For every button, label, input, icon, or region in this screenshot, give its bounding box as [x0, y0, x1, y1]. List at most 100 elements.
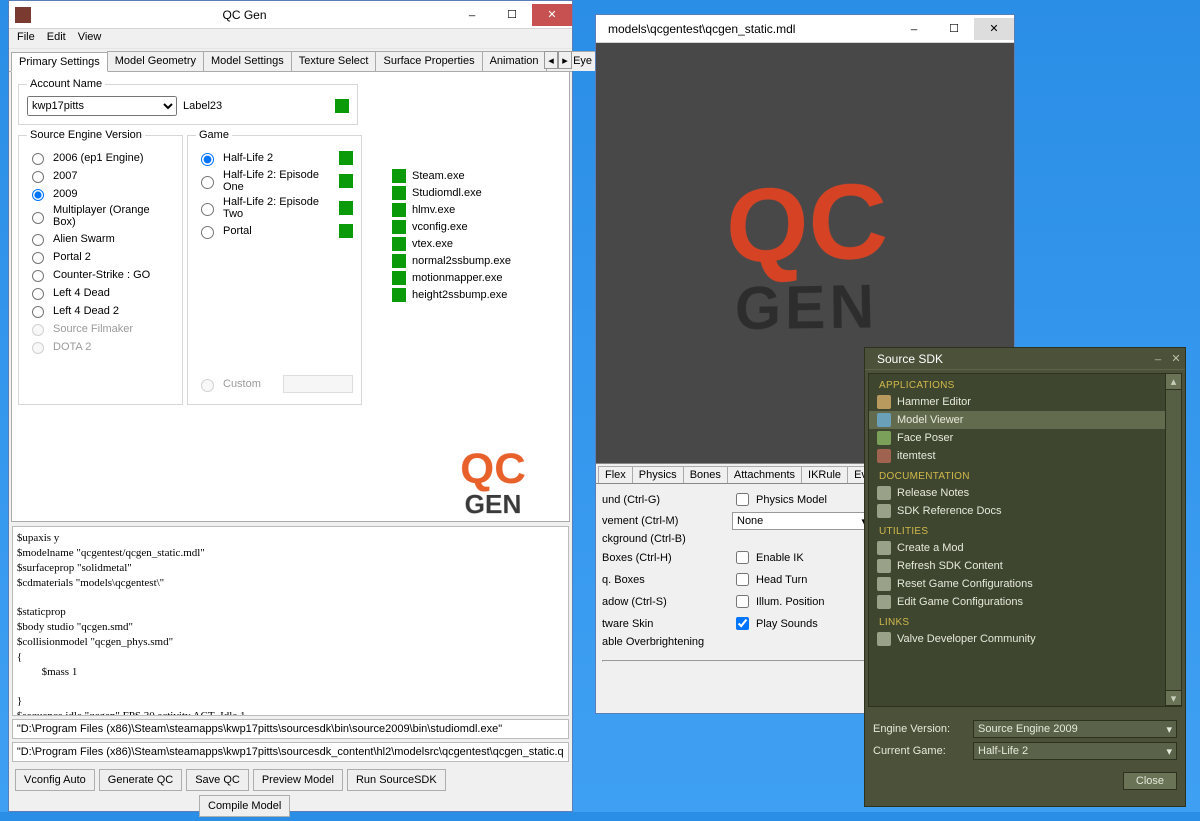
hlmv-close-button[interactable]: ✕: [974, 18, 1014, 40]
sdk-item-create-mod[interactable]: Create a Mod: [869, 539, 1181, 557]
source-engine-radio[interactable]: 2009: [27, 186, 174, 201]
maximize-button[interactable]: [492, 4, 532, 26]
vconfig-auto-button[interactable]: Vconfig Auto: [15, 769, 95, 791]
source-engine-radio[interactable]: Left 4 Dead: [27, 285, 174, 300]
qcgen-titlebar[interactable]: QC Gen: [9, 1, 572, 29]
source-engine-radio: DOTA 2: [27, 339, 174, 354]
sdk-item-model-viewer[interactable]: Model Viewer: [869, 411, 1181, 429]
game-radio-row[interactable]: Half-Life 2: Episode One: [196, 169, 353, 193]
exe-status-row: vtex.exe: [392, 237, 511, 251]
sdk-titlebar[interactable]: Source SDK: [865, 348, 1185, 370]
source-engine-radio[interactable]: Alien Swarm: [27, 231, 174, 246]
run-sourcesdk-button[interactable]: Run SourceSDK: [347, 769, 446, 791]
preview-model-button[interactable]: Preview Model: [253, 769, 343, 791]
face-poser-icon: [877, 431, 891, 445]
sdk-minimize-button[interactable]: [1149, 351, 1167, 367]
exe-status-row: Studiomdl.exe: [392, 186, 511, 200]
close-button[interactable]: [532, 4, 572, 26]
sdk-section-documentation: DOCUMENTATION: [869, 465, 1181, 484]
menu-edit[interactable]: Edit: [47, 31, 66, 46]
status-icon: [392, 254, 406, 268]
minimize-button[interactable]: [452, 4, 492, 26]
tab-surface-properties[interactable]: Surface Properties: [375, 51, 482, 71]
source-engine-radio[interactable]: Counter-Strike : GO: [27, 267, 174, 282]
head-turn-checkbox[interactable]: Head Turn: [732, 570, 872, 589]
current-game-select[interactable]: Half-Life 2▾: [973, 742, 1177, 760]
qc-output-textarea[interactable]: $upaxis y $modelname "qcgentest/qcgen_st…: [12, 526, 569, 716]
current-game-label: Current Game:: [873, 745, 967, 757]
sdk-close-button[interactable]: [1167, 351, 1185, 367]
game-radio-row[interactable]: Portal: [196, 223, 353, 239]
hammer-icon: [877, 395, 891, 409]
hlmv-title: models\qcgentest\qcgen_static.mdl: [602, 22, 894, 36]
tab-primary-settings[interactable]: Primary Settings: [11, 52, 108, 72]
reset-icon: [877, 577, 891, 591]
sdk-item-face-poser[interactable]: Face Poser: [869, 429, 1181, 447]
generate-qc-button[interactable]: Generate QC: [99, 769, 182, 791]
exe-status-row: vconfig.exe: [392, 220, 511, 234]
account-name-select[interactable]: kwp17pitts: [27, 96, 177, 116]
game-group: Game Half-Life 2 Half-Life 2: Episode One…: [187, 129, 362, 405]
hlmv-tab-bones[interactable]: Bones: [683, 466, 728, 483]
tab-model-settings[interactable]: Model Settings: [203, 51, 292, 71]
hlmv-tab-attachments[interactable]: Attachments: [727, 466, 802, 483]
sdk-item-valve-dev-community[interactable]: Valve Developer Community: [869, 630, 1181, 648]
tabs-scroll-right-icon[interactable]: ▸: [558, 51, 572, 69]
source-engine-radio[interactable]: 2007: [27, 168, 174, 183]
source-engine-legend: Source Engine Version: [27, 129, 145, 141]
sdk-item-itemtest[interactable]: itemtest: [869, 447, 1181, 465]
sdk-item-refresh-content[interactable]: Refresh SDK Content: [869, 557, 1181, 575]
sdk-item-edit-configs[interactable]: Edit Game Configurations: [869, 593, 1181, 611]
sdk-item-release-notes[interactable]: Release Notes: [869, 484, 1181, 502]
hlmv-minimize-button[interactable]: [894, 18, 934, 40]
qc-file-path-input[interactable]: [12, 742, 569, 762]
sdk-item-sdk-reference[interactable]: SDK Reference Docs: [869, 502, 1181, 520]
hlmv-tab-flex[interactable]: Flex: [598, 466, 633, 483]
gear-icon: [877, 541, 891, 555]
source-engine-radio[interactable]: Portal 2: [27, 249, 174, 264]
tabs-scroll-left-icon[interactable]: ◂: [544, 51, 558, 69]
exe-status-row: height2ssbump.exe: [392, 288, 511, 302]
hlmv-tab-physics[interactable]: Physics: [632, 466, 684, 483]
enable-ik-checkbox[interactable]: Enable IK: [732, 548, 872, 567]
illum-position-checkbox[interactable]: Illum. Position: [732, 592, 872, 611]
source-engine-radio[interactable]: Multiplayer (Orange Box): [27, 204, 174, 228]
sdk-close-action-button[interactable]: Close: [1123, 772, 1177, 790]
account-name-legend: Account Name: [27, 78, 105, 90]
studiomdl-path-input[interactable]: [12, 719, 569, 739]
game-legend: Game: [196, 129, 232, 141]
qcgen-window: QC Gen File Edit View Primary Settings M…: [8, 0, 573, 812]
sdk-scrollbar[interactable]: ▴ ▾: [1165, 374, 1181, 706]
hlmv-maximize-button[interactable]: [934, 18, 974, 40]
status-icon: [392, 220, 406, 234]
hlmv-titlebar[interactable]: models\qcgentest\qcgen_static.mdl ✕: [596, 15, 1014, 43]
qcgen-app-icon: [15, 7, 31, 23]
tab-animation[interactable]: Animation: [482, 51, 547, 71]
sdk-item-hammer-editor[interactable]: Hammer Editor: [869, 393, 1181, 411]
game-radio-row[interactable]: Half-Life 2: [196, 150, 353, 166]
scroll-down-icon[interactable]: ▾: [1166, 690, 1181, 706]
save-qc-button[interactable]: Save QC: [186, 769, 249, 791]
qcgen-title: QC Gen: [37, 8, 452, 22]
tab-texture-select[interactable]: Texture Select: [291, 51, 377, 71]
play-sounds-checkbox[interactable]: Play Sounds: [732, 614, 872, 633]
source-engine-radio[interactable]: 2006 (ep1 Engine): [27, 150, 174, 165]
menubar: File Edit View: [9, 29, 572, 49]
tab-model-geometry[interactable]: Model Geometry: [107, 51, 204, 71]
compile-model-button[interactable]: Compile Model: [199, 795, 290, 817]
engine-version-select[interactable]: Source Engine 2009▾: [973, 720, 1177, 738]
source-engine-radio[interactable]: Left 4 Dead 2: [27, 303, 174, 318]
status-icon: [392, 237, 406, 251]
source-engine-radio: Source Filmaker: [27, 321, 174, 336]
game-radio-row[interactable]: Half-Life 2: Episode Two: [196, 196, 353, 220]
sdk-item-reset-configs[interactable]: Reset Game Configurations: [869, 575, 1181, 593]
hlmv-tab-ikrule[interactable]: IKRule: [801, 466, 848, 483]
menu-view[interactable]: View: [78, 31, 102, 46]
scroll-up-icon[interactable]: ▴: [1166, 374, 1181, 390]
physics-model-checkbox[interactable]: Physics Model: [732, 490, 872, 509]
menu-file[interactable]: File: [17, 31, 35, 46]
exe-status-row: hlmv.exe: [392, 203, 511, 217]
itemtest-icon: [877, 449, 891, 463]
physics-select[interactable]: None▾: [732, 512, 872, 530]
status-icon: [339, 201, 353, 215]
